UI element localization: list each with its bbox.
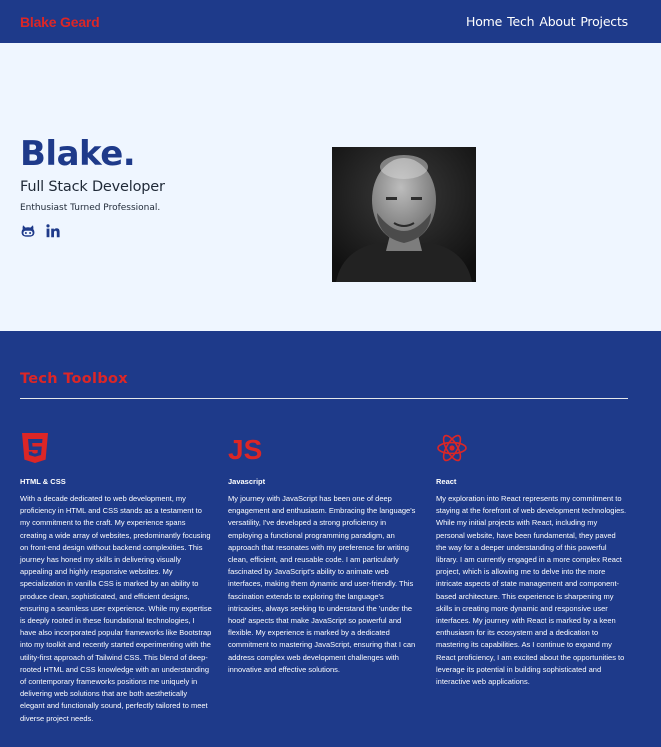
nav-link-tech[interactable]: Tech	[507, 14, 534, 29]
nav-link-about[interactable]: About	[539, 14, 575, 29]
javascript-icon: JS	[228, 432, 420, 465]
hero-role: Full Stack Developer	[20, 179, 165, 195]
section-divider	[20, 398, 628, 399]
profile-photo	[332, 147, 476, 282]
linkedin-icon[interactable]	[45, 223, 61, 239]
main-nav: Home Tech About Projects	[466, 14, 628, 29]
nav-link-projects[interactable]: Projects	[580, 14, 628, 29]
tech-card-title: Javascript	[228, 477, 266, 486]
tech-card-html-css: HTML & CSS With a decade dedicated to we…	[20, 432, 212, 725]
hero-name: Blake.	[20, 134, 136, 174]
github-icon[interactable]	[20, 223, 36, 239]
profile-photo-art	[332, 147, 476, 282]
svg-text:JS: JS	[228, 434, 262, 464]
section-title: Tech Toolbox	[20, 371, 128, 387]
top-navbar: Blake Geard Home Tech About Projects	[0, 0, 661, 43]
tech-card-title: React	[436, 477, 457, 486]
tech-card-title: HTML & CSS	[20, 477, 66, 486]
hero-tagline: Enthusiast Turned Professional.	[20, 203, 161, 213]
hero-section: Blake. Full Stack Developer Enthusiast T…	[0, 43, 661, 331]
tech-card-description: With a decade dedicated to web developme…	[20, 494, 212, 723]
tech-card-react: React My exploration into React represen…	[436, 432, 628, 688]
tech-card-javascript: JS Javascript My journey with JavaScript…	[228, 432, 420, 676]
react-icon	[436, 432, 628, 464]
tech-toolbox-section: Tech Toolbox HTML & CSS With a decade de…	[0, 331, 661, 747]
tech-card-description: My journey with JavaScript has been one …	[228, 494, 416, 674]
tech-card-description: My exploration into React represents my …	[436, 494, 627, 687]
social-links	[20, 223, 61, 239]
html5-icon	[20, 432, 212, 464]
nav-link-home[interactable]: Home	[466, 14, 502, 29]
brand-logo-text[interactable]: Blake Geard	[20, 14, 100, 30]
